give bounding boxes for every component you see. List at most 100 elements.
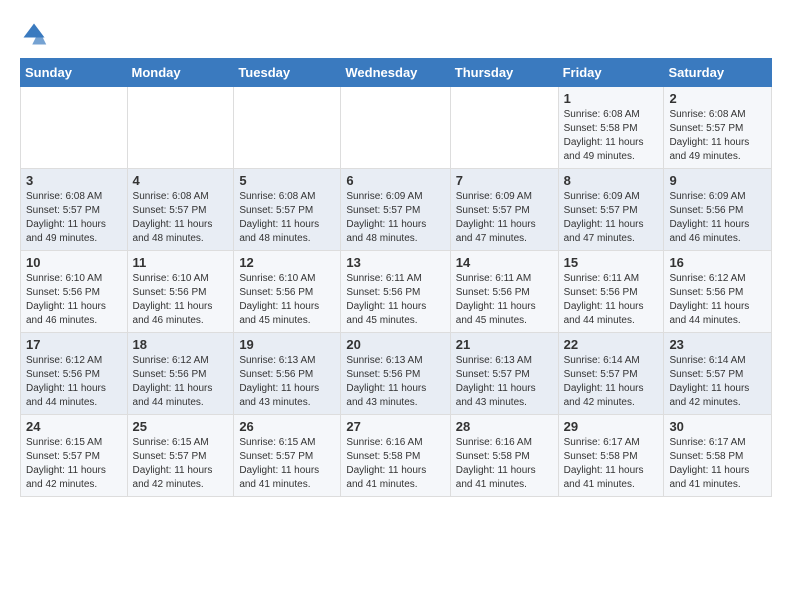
day-cell: 1 Sunrise: 6:08 AM Sunset: 5:58 PM Daylig… [558,87,664,169]
day-cell [127,87,234,169]
day-info: Sunrise: 6:08 AM Sunset: 5:57 PM Dayligh… [26,190,122,246]
day-cell: 17Sunrise: 6:12 AM Sunset: 5:56 PM Dayli… [21,333,128,415]
day-info: Sunrise: 6:17 AM Sunset: 5:58 PM Dayligh… [564,436,659,492]
day-cell: 2 Sunrise: 6:08 AM Sunset: 5:57 PM Daylig… [664,87,772,169]
day-cell: 12Sunrise: 6:10 AM Sunset: 5:56 PM Dayli… [234,251,341,333]
day-number: 14 [456,255,553,270]
day-info: Sunrise: 6:15 AM Sunset: 5:57 PM Dayligh… [26,436,122,492]
day-number: 12 [239,255,335,270]
day-info: Sunrise: 6:10 AM Sunset: 5:56 PM Dayligh… [26,272,122,328]
day-number: 22 [564,337,659,352]
day-cell: 22 Sunrise: 6:14 AM Sunset: 5:57 PM Dayli… [558,333,664,415]
day-cell: 27 Sunrise: 6:16 AM Sunset: 5:58 PM Dayli… [341,415,450,497]
day-cell: 26 Sunrise: 6:15 AM Sunset: 5:57 PM Dayli… [234,415,341,497]
day-info: Sunrise: 6:14 AM Sunset: 5:57 PM Dayligh… [564,354,659,410]
header [20,20,772,48]
week-row-3: 10 Sunrise: 6:10 AM Sunset: 5:56 PM Dayli… [21,251,772,333]
day-cell: 23 Sunrise: 6:14 AM Sunset: 5:57 PM Dayli… [664,333,772,415]
day-number: 7 [456,173,553,188]
logo-icon [20,20,48,48]
day-cell: 6 Sunrise: 6:09 AM Sunset: 5:57 PM Daylig… [341,169,450,251]
weekday-header-thursday: Thursday [450,59,558,87]
day-cell [450,87,558,169]
day-cell [234,87,341,169]
day-cell [21,87,128,169]
day-cell: 21 Sunrise: 6:13 AM Sunset: 5:57 PM Dayli… [450,333,558,415]
week-row-2: 3Sunrise: 6:08 AM Sunset: 5:57 PM Daylig… [21,169,772,251]
day-cell [341,87,450,169]
week-row-4: 17 Sunrise: 6:12 AM Sunset: 5:56 PM Dayli… [21,333,772,415]
day-info: Sunrise: 6:09 AM Sunset: 5:57 PM Dayligh… [456,190,553,246]
day-info: Sunrise: 6:09 AM Sunset: 5:57 PM Dayligh… [346,190,444,246]
day-info: Sunrise: 6:16 AM Sunset: 5:58 PM Dayligh… [346,436,444,492]
weekday-header-friday: Friday [558,59,664,87]
day-cell: 19 Sunrise: 6:13 AM Sunset: 5:56 PM Dayli… [234,333,341,415]
day-info: Sunrise: 6:14 AM Sunset: 5:57 PM Dayligh… [669,354,766,410]
day-info: Sunrise: 6:15 AM Sunset: 5:57 PM Dayligh… [239,436,335,492]
day-cell: 8 Sunrise: 6:09 AM Sunset: 5:57 PM Daylig… [558,169,664,251]
calendar: SundayMondayTuesdayWednesdayThursdayFrid… [20,58,772,497]
day-number: 18 [133,337,229,352]
day-number: 6 [346,173,444,188]
day-cell: 4Sunrise: 6:08 AM Sunset: 5:57 PM Daylig… [127,169,234,251]
day-cell: 7 Sunrise: 6:09 AM Sunset: 5:57 PM Daylig… [450,169,558,251]
day-number: 29 [564,419,659,434]
day-number: 27 [346,419,444,434]
day-number: 5 [239,173,335,188]
weekday-header-tuesday: Tuesday [234,59,341,87]
day-cell: 28 Sunrise: 6:16 AM Sunset: 5:58 PM Dayli… [450,415,558,497]
day-cell: 5Sunrise: 6:08 AM Sunset: 5:57 PM Daylig… [234,169,341,251]
day-number: 16 [669,255,766,270]
day-info: Sunrise: 6:16 AM Sunset: 5:58 PM Dayligh… [456,436,553,492]
day-info: Sunrise: 6:15 AM Sunset: 5:57 PM Dayligh… [133,436,229,492]
day-info: Sunrise: 6:08 AM Sunset: 5:57 PM Dayligh… [669,108,766,164]
day-number: 2 [669,91,766,106]
logo [20,20,52,48]
day-info: Sunrise: 6:13 AM Sunset: 5:57 PM Dayligh… [456,354,553,410]
day-number: 28 [456,419,553,434]
day-info: Sunrise: 6:10 AM Sunset: 5:56 PM Dayligh… [133,272,229,328]
day-info: Sunrise: 6:09 AM Sunset: 5:57 PM Dayligh… [564,190,659,246]
weekday-header-sunday: Sunday [21,59,128,87]
day-number: 10 [26,255,122,270]
day-cell: 29 Sunrise: 6:17 AM Sunset: 5:58 PM Dayli… [558,415,664,497]
day-info: Sunrise: 6:12 AM Sunset: 5:56 PM Dayligh… [133,354,229,410]
day-info: Sunrise: 6:13 AM Sunset: 5:56 PM Dayligh… [239,354,335,410]
day-info: Sunrise: 6:13 AM Sunset: 5:56 PM Dayligh… [346,354,444,410]
weekday-header-saturday: Saturday [664,59,772,87]
day-info: Sunrise: 6:12 AM Sunset: 5:56 PM Dayligh… [669,272,766,328]
day-cell: 25 Sunrise: 6:15 AM Sunset: 5:57 PM Dayli… [127,415,234,497]
day-cell: 14 Sunrise: 6:11 AM Sunset: 5:56 PM Dayli… [450,251,558,333]
day-number: 15 [564,255,659,270]
day-number: 13 [346,255,444,270]
day-number: 25 [133,419,229,434]
day-number: 19 [239,337,335,352]
day-number: 9 [669,173,766,188]
day-number: 24 [26,419,122,434]
day-cell: 13Sunrise: 6:11 AM Sunset: 5:56 PM Dayli… [341,251,450,333]
day-info: Sunrise: 6:11 AM Sunset: 5:56 PM Dayligh… [564,272,659,328]
day-info: Sunrise: 6:17 AM Sunset: 5:58 PM Dayligh… [669,436,766,492]
day-cell: 30 Sunrise: 6:17 AM Sunset: 5:58 PM Dayli… [664,415,772,497]
day-number: 8 [564,173,659,188]
day-number: 26 [239,419,335,434]
day-cell: 16 Sunrise: 6:12 AM Sunset: 5:56 PM Dayli… [664,251,772,333]
day-cell: 11Sunrise: 6:10 AM Sunset: 5:56 PM Dayli… [127,251,234,333]
day-number: 1 [564,91,659,106]
day-info: Sunrise: 6:08 AM Sunset: 5:57 PM Dayligh… [133,190,229,246]
week-row-1: 1 Sunrise: 6:08 AM Sunset: 5:58 PM Daylig… [21,87,772,169]
day-number: 21 [456,337,553,352]
day-number: 30 [669,419,766,434]
weekday-header-monday: Monday [127,59,234,87]
day-cell: 18 Sunrise: 6:12 AM Sunset: 5:56 PM Dayli… [127,333,234,415]
week-row-5: 24 Sunrise: 6:15 AM Sunset: 5:57 PM Dayli… [21,415,772,497]
day-info: Sunrise: 6:08 AM Sunset: 5:58 PM Dayligh… [564,108,659,164]
day-number: 20 [346,337,444,352]
day-info: Sunrise: 6:11 AM Sunset: 5:56 PM Dayligh… [456,272,553,328]
day-number: 23 [669,337,766,352]
day-cell: 20 Sunrise: 6:13 AM Sunset: 5:56 PM Dayli… [341,333,450,415]
day-number: 17 [26,337,122,352]
weekday-header-wednesday: Wednesday [341,59,450,87]
weekday-header-row: SundayMondayTuesdayWednesdayThursdayFrid… [21,59,772,87]
day-cell: 9Sunrise: 6:09 AM Sunset: 5:56 PM Daylig… [664,169,772,251]
